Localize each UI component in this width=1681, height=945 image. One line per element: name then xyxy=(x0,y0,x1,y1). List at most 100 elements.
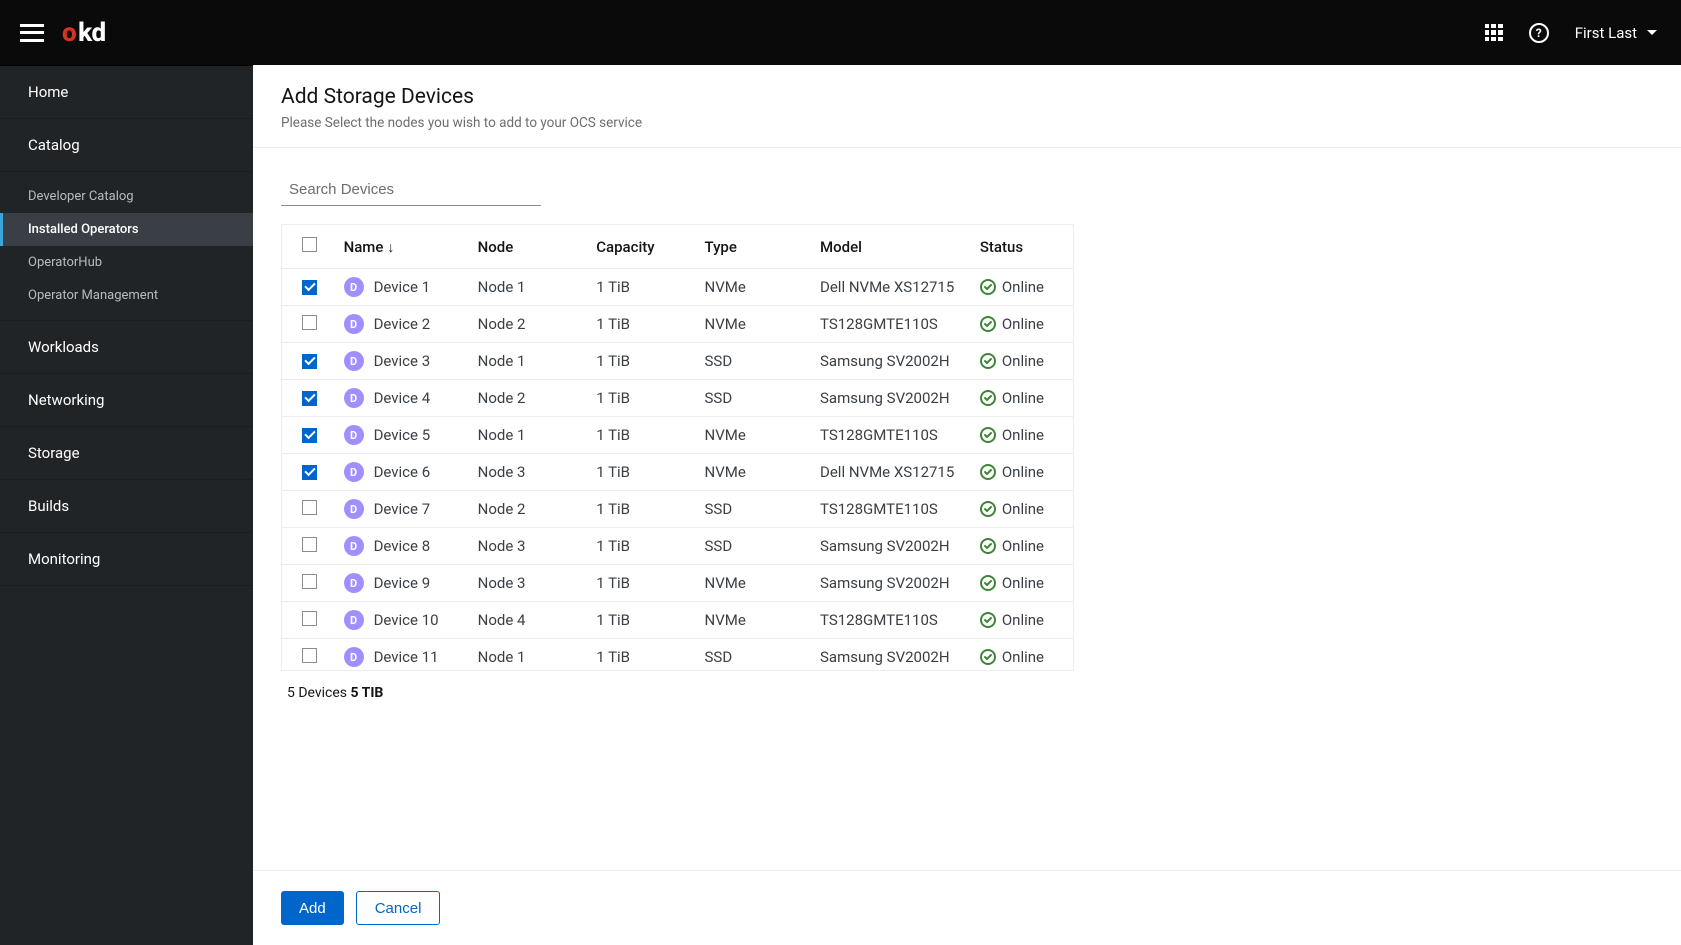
device-badge-icon: D xyxy=(344,647,364,667)
table-row: DDevice 2 Node 2 1 TiB NVMe TS128GMTE110… xyxy=(282,306,1073,343)
device-node: Node 2 xyxy=(468,306,587,343)
device-type: SSD xyxy=(695,639,811,671)
device-type: NVMe xyxy=(695,269,811,306)
column-header-node[interactable]: Node xyxy=(468,225,587,269)
page-title: Add Storage Devices xyxy=(281,85,1653,109)
user-name: First Last xyxy=(1575,24,1637,42)
status-text: Online xyxy=(1002,500,1044,518)
row-checkbox[interactable] xyxy=(302,500,317,515)
device-type: SSD xyxy=(695,491,811,528)
device-type: NVMe xyxy=(695,565,811,602)
sidebar-item-monitoring[interactable]: Monitoring xyxy=(0,533,253,586)
menu-toggle-button[interactable] xyxy=(20,24,44,42)
device-name: Device 3 xyxy=(374,352,431,370)
table-row: DDevice 3 Node 1 1 TiB SSD Samsung SV200… xyxy=(282,343,1073,380)
device-model: Dell NVMe XS12715 xyxy=(810,269,970,306)
content: Add Storage Devices Please Select the no… xyxy=(253,65,1681,945)
device-name: Device 6 xyxy=(374,463,431,481)
device-model: Samsung SV2002H xyxy=(810,639,970,671)
sidebar-item-home[interactable]: Home xyxy=(0,66,253,119)
device-capacity: 1 TiB xyxy=(586,269,694,306)
row-checkbox[interactable] xyxy=(302,574,317,589)
page-subtitle: Please Select the nodes you wish to add … xyxy=(281,115,1653,131)
device-node: Node 3 xyxy=(468,528,587,565)
column-header-name[interactable]: Name↓ xyxy=(334,225,468,269)
status-ok-icon xyxy=(980,316,996,332)
sidebar-item-builds[interactable]: Builds xyxy=(0,480,253,533)
search-input[interactable] xyxy=(281,174,541,206)
row-checkbox[interactable] xyxy=(302,465,317,480)
sidebar-item-developer-catalog[interactable]: Developer Catalog xyxy=(0,180,253,213)
device-name: Device 1 xyxy=(374,278,431,296)
row-checkbox[interactable] xyxy=(302,611,317,626)
sidebar-catalog-submenu: Developer Catalog Installed Operators Op… xyxy=(0,172,253,321)
row-checkbox[interactable] xyxy=(302,354,317,369)
column-header-capacity[interactable]: Capacity xyxy=(586,225,694,269)
row-checkbox[interactable] xyxy=(302,428,317,443)
status-ok-icon xyxy=(980,279,996,295)
device-capacity: 1 TiB xyxy=(586,602,694,639)
device-name: Device 10 xyxy=(374,611,439,629)
status-text: Online xyxy=(1002,648,1044,666)
status-text: Online xyxy=(1002,389,1044,407)
device-node: Node 1 xyxy=(468,417,587,454)
status-ok-icon xyxy=(980,612,996,628)
cancel-button[interactable]: Cancel xyxy=(356,891,441,925)
device-node: Node 3 xyxy=(468,565,587,602)
page-header: Add Storage Devices Please Select the no… xyxy=(253,65,1681,148)
status-text: Online xyxy=(1002,463,1044,481)
sidebar-item-storage[interactable]: Storage xyxy=(0,427,253,480)
status-ok-icon xyxy=(980,390,996,406)
status-ok-icon xyxy=(980,538,996,554)
table-row: DDevice 7 Node 2 1 TiB SSD TS128GMTE110S… xyxy=(282,491,1073,528)
sidebar-item-networking[interactable]: Networking xyxy=(0,374,253,427)
column-header-model[interactable]: Model xyxy=(810,225,970,269)
device-name: Device 9 xyxy=(374,574,431,592)
device-node: Node 2 xyxy=(468,380,587,417)
apps-launcher-icon[interactable] xyxy=(1485,24,1503,42)
device-node: Node 1 xyxy=(468,343,587,380)
sidebar: Home Catalog Developer Catalog Installed… xyxy=(0,65,253,945)
device-badge-icon: D xyxy=(344,277,364,297)
device-type: NVMe xyxy=(695,306,811,343)
device-capacity: 1 TiB xyxy=(586,380,694,417)
sidebar-item-operator-management[interactable]: Operator Management xyxy=(0,279,253,312)
select-all-checkbox[interactable] xyxy=(302,237,317,252)
device-capacity: 1 TiB xyxy=(586,454,694,491)
sidebar-item-operatorhub[interactable]: OperatorHub xyxy=(0,246,253,279)
footer-actions: Add Cancel xyxy=(253,870,1681,945)
row-checkbox[interactable] xyxy=(302,648,317,663)
device-type: SSD xyxy=(695,380,811,417)
column-header-status[interactable]: Status xyxy=(970,225,1073,269)
device-node: Node 4 xyxy=(468,602,587,639)
device-type: SSD xyxy=(695,343,811,380)
device-badge-icon: D xyxy=(344,425,364,445)
devices-table: Name↓ Node Capacity Type Model Status DD… xyxy=(281,224,1074,671)
help-icon[interactable]: ? xyxy=(1529,23,1549,43)
sidebar-item-workloads[interactable]: Workloads xyxy=(0,321,253,374)
sidebar-item-installed-operators[interactable]: Installed Operators xyxy=(0,213,253,246)
row-checkbox[interactable] xyxy=(302,391,317,406)
device-name: Device 5 xyxy=(374,426,431,444)
device-capacity: 1 TiB xyxy=(586,306,694,343)
add-button[interactable]: Add xyxy=(281,891,344,925)
device-capacity: 1 TiB xyxy=(586,639,694,671)
device-name: Device 7 xyxy=(374,500,431,518)
user-menu[interactable]: First Last xyxy=(1575,24,1657,42)
device-badge-icon: D xyxy=(344,573,364,593)
status-ok-icon xyxy=(980,464,996,480)
row-checkbox[interactable] xyxy=(302,315,317,330)
row-checkbox[interactable] xyxy=(302,280,317,295)
column-header-type[interactable]: Type xyxy=(695,225,811,269)
row-checkbox[interactable] xyxy=(302,537,317,552)
device-model: TS128GMTE110S xyxy=(810,491,970,528)
status-text: Online xyxy=(1002,278,1044,296)
device-node: Node 1 xyxy=(468,269,587,306)
device-type: NVMe xyxy=(695,602,811,639)
status-ok-icon xyxy=(980,427,996,443)
device-capacity: 1 TiB xyxy=(586,528,694,565)
device-model: TS128GMTE110S xyxy=(810,602,970,639)
device-node: Node 1 xyxy=(468,639,587,671)
sidebar-item-catalog[interactable]: Catalog xyxy=(0,119,253,172)
status-ok-icon xyxy=(980,501,996,517)
